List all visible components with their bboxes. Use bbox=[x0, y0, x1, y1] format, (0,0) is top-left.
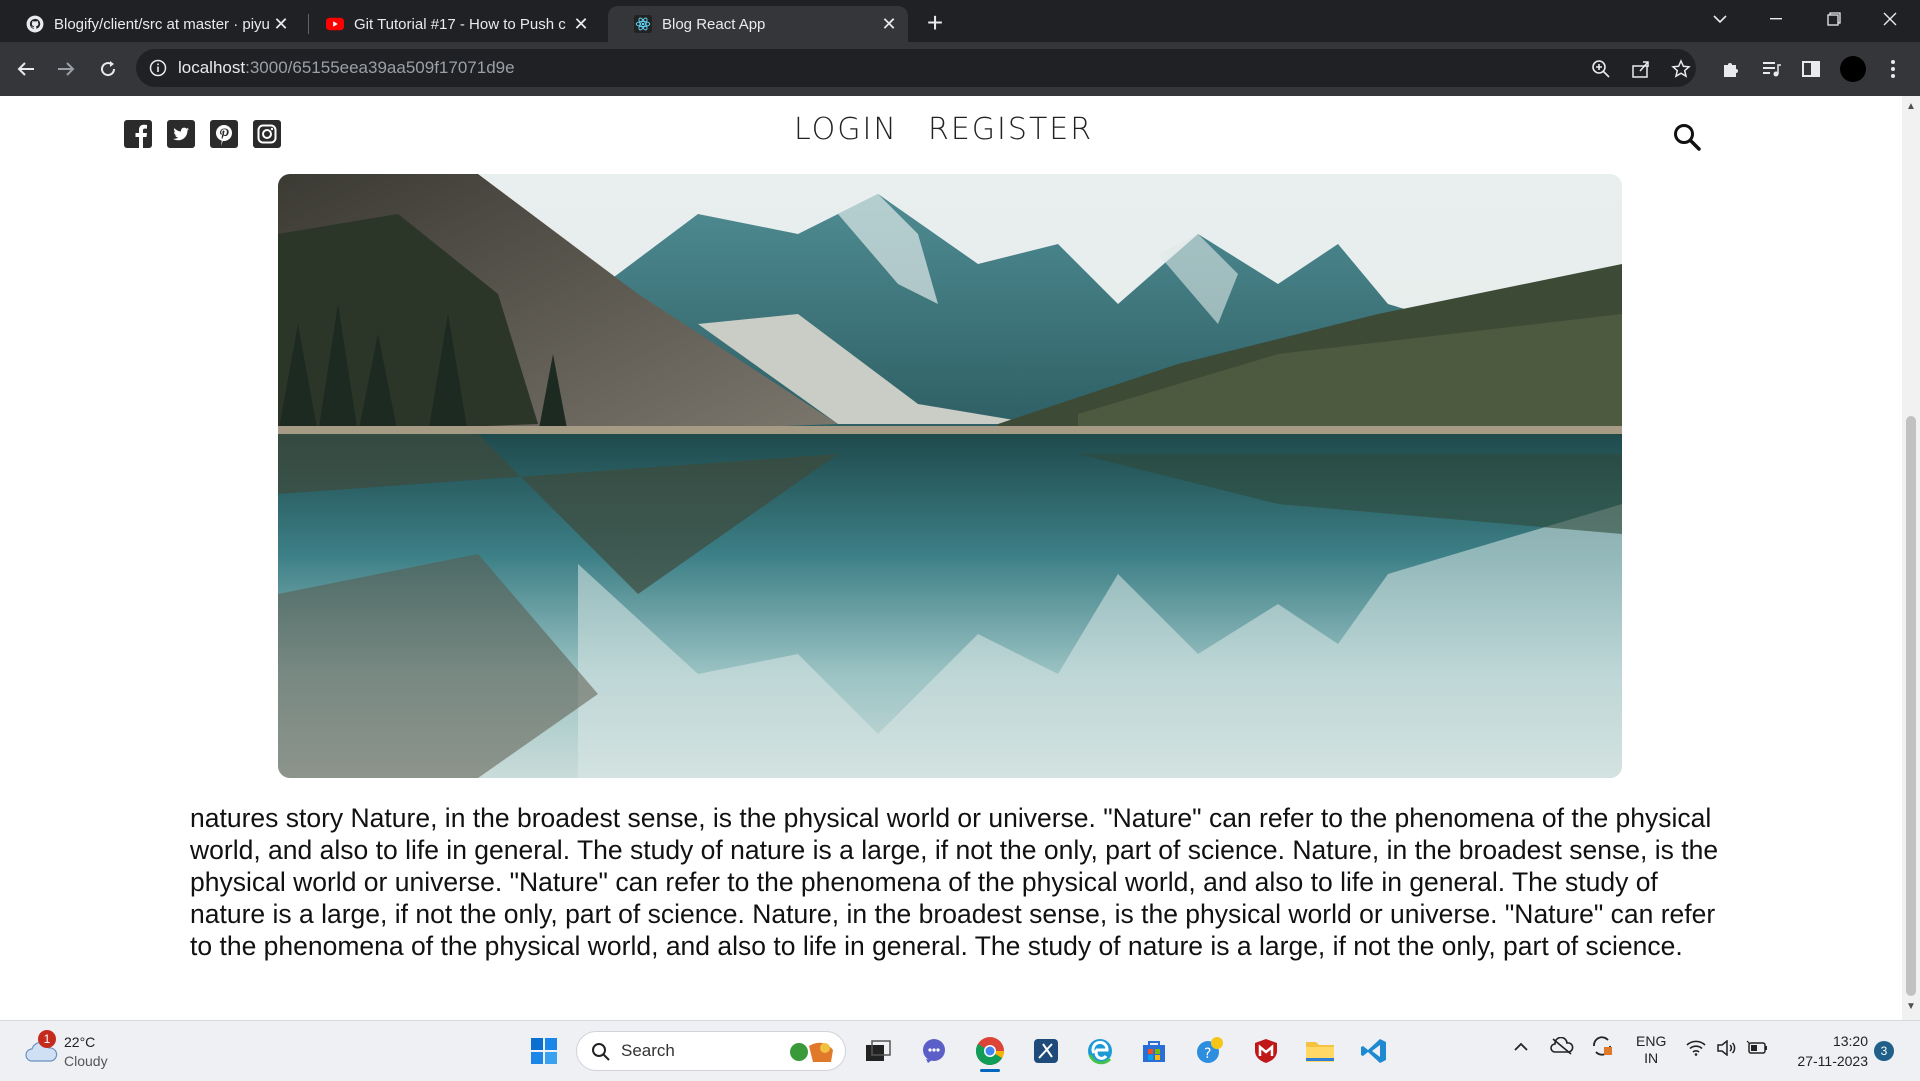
weather-temp: 22°C bbox=[64, 1034, 96, 1050]
zoom-icon[interactable] bbox=[1588, 56, 1614, 82]
close-tab-icon[interactable]: ✕ bbox=[878, 13, 900, 35]
taskbar-search-label: Search bbox=[621, 1041, 675, 1060]
file-explorer-app[interactable] bbox=[1300, 1031, 1340, 1071]
register-link[interactable]: REGISTER bbox=[928, 112, 1093, 147]
start-button[interactable] bbox=[524, 1031, 564, 1071]
address-bar[interactable]: localhost:3000/65155eea39aa509f17071d9e bbox=[136, 49, 1696, 87]
store-icon bbox=[1143, 1041, 1165, 1062]
teams-chat-app[interactable] bbox=[914, 1031, 954, 1071]
minimize-button[interactable] bbox=[1748, 0, 1804, 38]
scrollbar-thumb[interactable] bbox=[1906, 416, 1916, 996]
notification-count-badge[interactable]: 3 bbox=[1874, 1041, 1894, 1061]
tips-icon: ? bbox=[1197, 1037, 1223, 1063]
reload-icon bbox=[101, 61, 116, 77]
site-info-icon[interactable] bbox=[148, 58, 168, 78]
task-view-button[interactable] bbox=[858, 1031, 898, 1071]
bookmark-star-icon[interactable] bbox=[1668, 56, 1694, 82]
windows-logo-icon bbox=[531, 1038, 557, 1064]
page-scrollbar[interactable]: ▲ ▼ bbox=[1902, 96, 1920, 1020]
edge-app[interactable] bbox=[1080, 1031, 1120, 1071]
extensions-puzzle-icon[interactable] bbox=[1718, 56, 1744, 82]
forward-button[interactable] bbox=[50, 53, 82, 85]
tab-title: Git Tutorial #17 - How to Push c bbox=[354, 15, 566, 33]
tab-youtube[interactable]: Git Tutorial #17 - How to Push c ✕ bbox=[300, 6, 600, 42]
reload-button[interactable] bbox=[92, 53, 124, 85]
restore-button[interactable] bbox=[1806, 0, 1862, 38]
microsoft-store-app[interactable] bbox=[1134, 1031, 1174, 1071]
youtube-icon bbox=[326, 17, 344, 31]
weather-badge: 1 bbox=[38, 1030, 56, 1048]
onedrive-icon[interactable] bbox=[1550, 1036, 1574, 1058]
forward-arrow-icon bbox=[58, 62, 75, 76]
post-hero-image bbox=[278, 174, 1622, 778]
close-tab-icon[interactable]: ✕ bbox=[570, 13, 592, 35]
browser-tab-strip: Blogify/client/src at master · piyu ✕ Gi… bbox=[0, 0, 1920, 42]
snipping-tool-app[interactable] bbox=[1026, 1031, 1066, 1071]
clock-date: 27-11-2023 bbox=[1797, 1053, 1868, 1069]
browser-menu-icon[interactable] bbox=[1880, 56, 1906, 82]
show-hidden-icons-chevron-icon[interactable] bbox=[1514, 1039, 1528, 1055]
volume-icon[interactable] bbox=[1716, 1039, 1736, 1059]
pinterest-icon[interactable] bbox=[210, 120, 238, 148]
browser-toolbar: localhost:3000/65155eea39aa509f17071d9e bbox=[0, 42, 1920, 96]
weather-description: Cloudy bbox=[64, 1053, 108, 1069]
react-icon bbox=[634, 15, 652, 33]
battery-icon[interactable] bbox=[1746, 1040, 1768, 1059]
clock[interactable]: 13:20 27-11-2023 bbox=[1788, 1031, 1868, 1071]
post-body-text: natures story Nature, in the broadest se… bbox=[190, 803, 1719, 961]
tab-github[interactable]: Blogify/client/src at master · piyu ✕ bbox=[0, 6, 300, 42]
active-app-indicator bbox=[980, 1069, 1000, 1072]
close-window-button[interactable] bbox=[1862, 0, 1918, 38]
chat-icon bbox=[923, 1039, 945, 1063]
taskbar-search-box[interactable]: Search bbox=[576, 1031, 846, 1071]
mcafee-shield-icon bbox=[1255, 1039, 1277, 1063]
close-tab-icon[interactable]: ✕ bbox=[270, 13, 292, 35]
media-queue-icon[interactable] bbox=[1758, 56, 1784, 82]
task-view-icon bbox=[866, 1040, 891, 1061]
tips-app[interactable]: ? bbox=[1190, 1031, 1230, 1071]
chrome-icon bbox=[975, 1037, 1004, 1066]
language-code: ENG bbox=[1636, 1033, 1667, 1049]
wifi-icon[interactable] bbox=[1686, 1040, 1706, 1059]
url-path: :3000/65155eea39aa509f17071d9e bbox=[245, 58, 515, 77]
edge-icon bbox=[1088, 1039, 1112, 1065]
chrome-app[interactable] bbox=[970, 1031, 1010, 1072]
url-text: localhost:3000/65155eea39aa509f17071d9e bbox=[178, 58, 515, 78]
tab-blog-react-app[interactable]: Blog React App ✕ bbox=[608, 6, 908, 42]
side-panel-icon[interactable] bbox=[1798, 56, 1824, 82]
mcafee-app[interactable] bbox=[1246, 1031, 1286, 1071]
back-button[interactable] bbox=[10, 53, 42, 85]
snipping-tool-icon bbox=[1034, 1039, 1058, 1063]
language-indicator[interactable]: ENG IN bbox=[1636, 1033, 1666, 1067]
tab-title: Blog React App bbox=[662, 15, 766, 33]
vscode-app[interactable] bbox=[1354, 1031, 1394, 1071]
mountain-lake-image bbox=[278, 174, 1622, 778]
clock-time: 13:20 bbox=[1832, 1033, 1868, 1049]
windows-taskbar: 1 22°C Cloudy Search ? ENG IN 13:20 27-1… bbox=[0, 1020, 1920, 1081]
search-icon[interactable] bbox=[1672, 122, 1702, 152]
share-icon[interactable] bbox=[1628, 56, 1654, 82]
tab-search-chevron-icon[interactable] bbox=[1692, 0, 1748, 38]
search-highlight-icon bbox=[790, 1042, 833, 1062]
instagram-icon[interactable] bbox=[253, 120, 281, 148]
login-link[interactable]: LOGIN bbox=[794, 112, 898, 147]
github-icon bbox=[26, 15, 44, 33]
keyboard-region: IN bbox=[1644, 1050, 1659, 1066]
weather-widget[interactable]: 1 22°C Cloudy bbox=[20, 1030, 160, 1073]
new-tab-button[interactable]: + bbox=[920, 7, 950, 38]
scroll-up-arrow-icon[interactable]: ▲ bbox=[1906, 102, 1916, 112]
profile-avatar[interactable] bbox=[1840, 56, 1866, 82]
svg-text:?: ? bbox=[1204, 1046, 1211, 1062]
page-viewport: LOGIN REGISTER natures story Nature, in … bbox=[0, 96, 1902, 1020]
twitter-icon[interactable] bbox=[167, 120, 195, 148]
sync-icon[interactable] bbox=[1590, 1035, 1614, 1060]
scroll-down-arrow-icon[interactable]: ▼ bbox=[1906, 1002, 1916, 1012]
url-host: localhost bbox=[178, 58, 246, 77]
facebook-icon[interactable] bbox=[124, 120, 152, 148]
back-arrow-icon bbox=[17, 62, 34, 76]
vscode-icon bbox=[1361, 1039, 1386, 1063]
tab-title: Blogify/client/src at master · piyu bbox=[54, 15, 270, 33]
folder-icon bbox=[1306, 1042, 1334, 1062]
search-icon bbox=[592, 1043, 610, 1061]
